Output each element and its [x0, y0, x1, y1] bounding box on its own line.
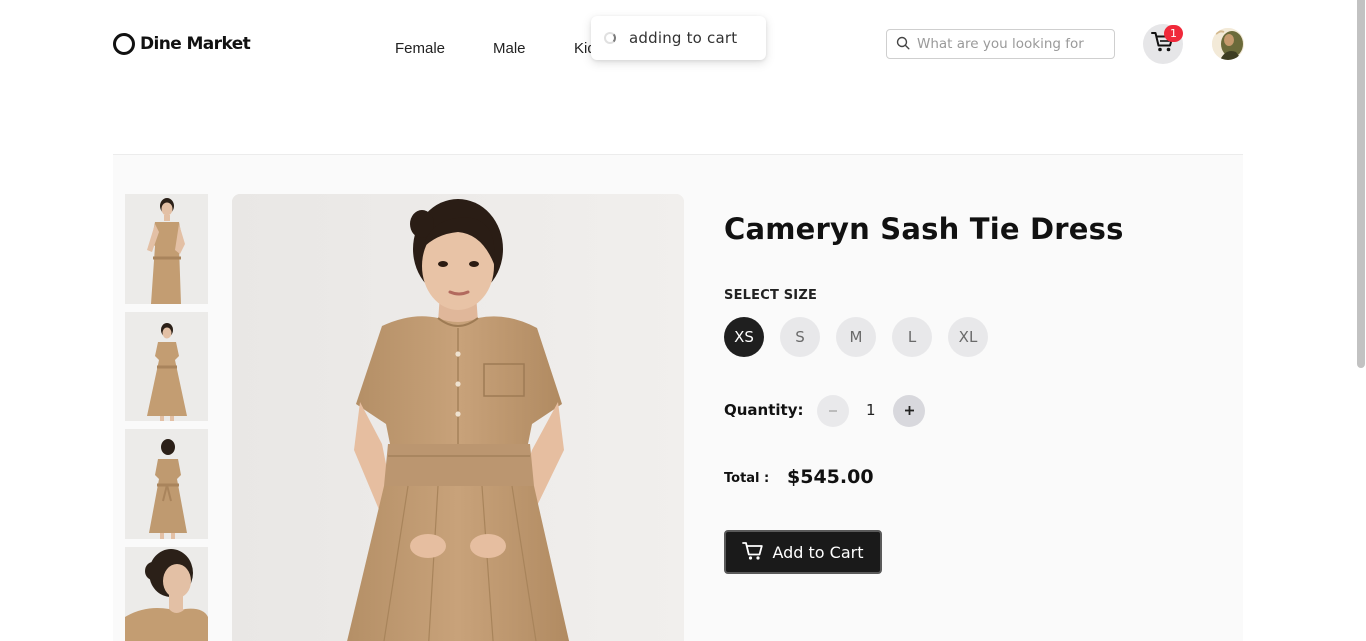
product-main-image	[232, 194, 684, 641]
nav-link-female[interactable]: Female	[395, 40, 445, 57]
brand-name: Dine Market	[140, 34, 251, 54]
page: Dine Market Female Male Kids adding to c…	[0, 0, 1366, 641]
search-input[interactable]	[917, 36, 1107, 52]
add-to-cart-button[interactable]: Add to Cart	[724, 530, 882, 574]
logo-ring-icon	[113, 33, 135, 55]
search-bar	[886, 29, 1115, 59]
thumbnail-4[interactable]	[125, 547, 208, 641]
avatar[interactable]	[1212, 28, 1244, 60]
product-title: Cameryn Sash Tie Dress	[724, 212, 1124, 246]
plus-icon	[904, 401, 915, 421]
brand-logo[interactable]: Dine Market	[113, 33, 251, 55]
spinner-icon	[604, 32, 616, 44]
quantity-value: 1	[866, 401, 876, 419]
thumbnail-1[interactable]	[125, 194, 208, 304]
total-label: Total :	[724, 471, 770, 486]
quantity-decrease-button[interactable]	[817, 395, 849, 427]
toast-notification: adding to cart	[591, 16, 766, 60]
thumbnail-2[interactable]	[125, 312, 208, 421]
size-option-xs[interactable]: XS	[724, 317, 764, 357]
cart-count-badge: 1	[1164, 25, 1183, 42]
cart-icon	[742, 541, 764, 564]
total-price: $545.00	[787, 466, 874, 488]
nav-link-male[interactable]: Male	[493, 40, 526, 57]
size-option-s[interactable]: S	[780, 317, 820, 357]
search-icon	[896, 35, 910, 54]
thumbnail-3[interactable]	[125, 429, 208, 539]
quantity-label: Quantity:	[724, 401, 804, 419]
select-size-label: SELECT SIZE	[724, 288, 818, 303]
scrollbar-thumb[interactable]	[1357, 0, 1365, 368]
size-option-m[interactable]: M	[836, 317, 876, 357]
quantity-increase-button[interactable]	[893, 395, 925, 427]
toast-message: adding to cart	[629, 29, 738, 47]
size-selector: XS S M L XL	[724, 317, 988, 357]
add-to-cart-label: Add to Cart	[772, 542, 864, 562]
size-option-l[interactable]: L	[892, 317, 932, 357]
size-option-xl[interactable]: XL	[948, 317, 988, 357]
minus-icon	[828, 402, 838, 420]
